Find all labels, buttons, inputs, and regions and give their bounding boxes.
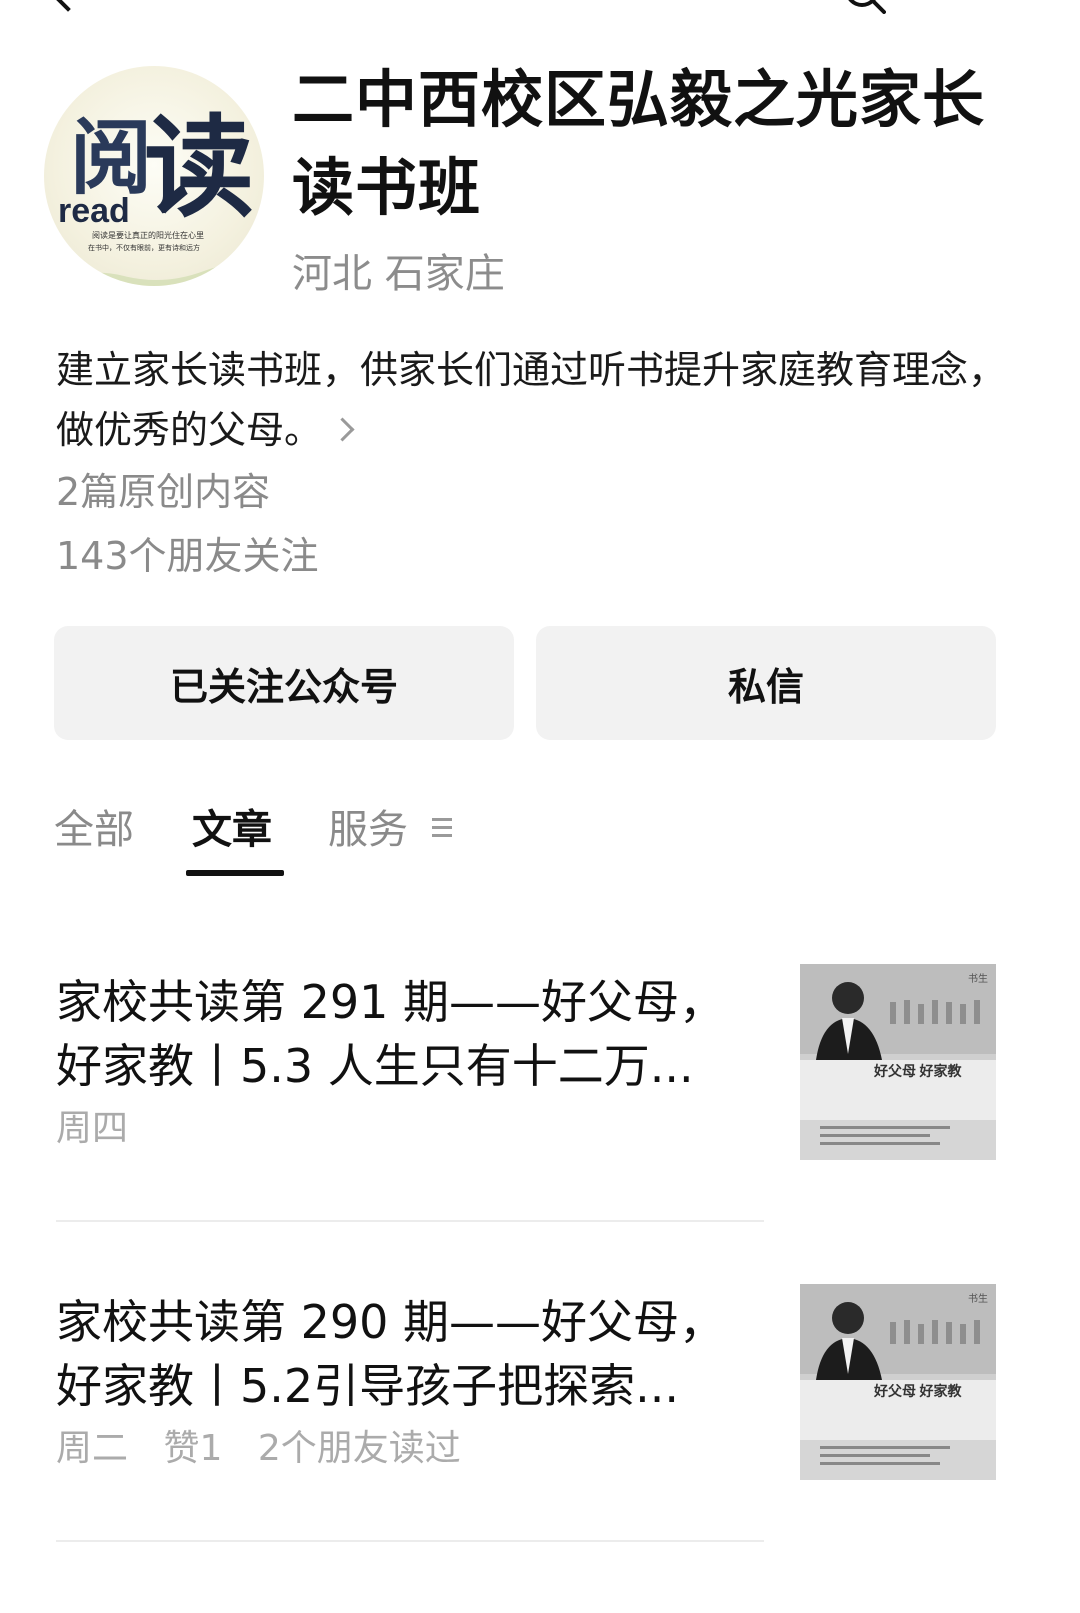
account-description[interactable]: 建立家长读书班，供家长们通过听书提升家庭教育理念，做优秀的父母。 — [56, 340, 1006, 460]
article-item[interactable]: 家校共读第 291 期——好父母，好家教丨5.3 人生只有十二万... 周四 好… — [56, 964, 1016, 1210]
avatar-text-du: 读 — [144, 108, 254, 230]
tab-services[interactable]: 服务 — [328, 800, 408, 860]
avatar-caption-1: 阅读是要让真正的阳光住在心里 — [92, 230, 204, 240]
article-cover-image: 好父母 好家教 书生 — [800, 1284, 996, 1480]
avatar-text-read: read — [58, 192, 130, 230]
followed-button[interactable]: 已关注公众号 — [54, 626, 514, 740]
menu-icon[interactable] — [432, 818, 452, 838]
article-title: 家校共读第 290 期——好父母，好家教丨5.2引导孩子把探索... — [56, 1295, 726, 1413]
article-friends-read: 2个朋友读过 — [257, 1428, 461, 1469]
account-name: 二中西校区弘毅之光家长读书班 — [292, 63, 986, 224]
article-title: 家校共读第 291 期——好父母，好家教丨5.3 人生只有十二万... — [56, 975, 726, 1093]
avatar-text-yue: 阅 — [70, 113, 152, 204]
article-date: 周二 — [56, 1428, 129, 1469]
article-item[interactable]: 家校共读第 290 期——好父母，好家教丨5.2引导孩子把探索... 周二 赞1… — [56, 1284, 1016, 1530]
chevron-right-icon — [330, 417, 355, 442]
tab-all[interactable]: 全部 — [54, 800, 134, 860]
divider — [56, 1220, 764, 1222]
back-arrow-icon[interactable] — [48, 0, 88, 12]
account-location: 河北 石家庄 — [292, 251, 505, 297]
cover-title: 好父母 好家教 — [873, 1063, 962, 1080]
account-avatar: 阅 读 read 阅读是要让真正的阳光住在心里 在书中，不仅有眼前，更有诗和远方 — [44, 66, 264, 286]
message-button[interactable]: 私信 — [536, 626, 996, 740]
cover-title: 好父母 好家教 — [873, 1383, 962, 1400]
avatar-caption-2: 在书中，不仅有眼前，更有诗和远方 — [88, 243, 200, 252]
cover-author: 书生 — [968, 972, 988, 985]
cover-author: 书生 — [968, 1292, 988, 1305]
article-date: 周四 — [56, 1108, 129, 1149]
article-meta: 周四 — [56, 1104, 152, 1154]
article-likes: 赞1 — [163, 1428, 223, 1469]
account-description-text: 建立家长读书班，供家长们通过听书提升家庭教育理念，做优秀的父母。 — [56, 348, 1007, 452]
search-icon[interactable] — [842, 0, 886, 14]
tab-articles[interactable]: 文章 — [192, 800, 272, 860]
followers-count: 143个朋友关注 — [56, 534, 319, 578]
divider — [56, 1540, 764, 1542]
article-cover-image: 好父母 好家教 书生 — [800, 964, 996, 1160]
article-meta: 周二 赞1 2个朋友读过 — [56, 1424, 485, 1474]
active-tab-indicator — [186, 870, 284, 876]
original-count: 2篇原创内容 — [56, 470, 271, 514]
